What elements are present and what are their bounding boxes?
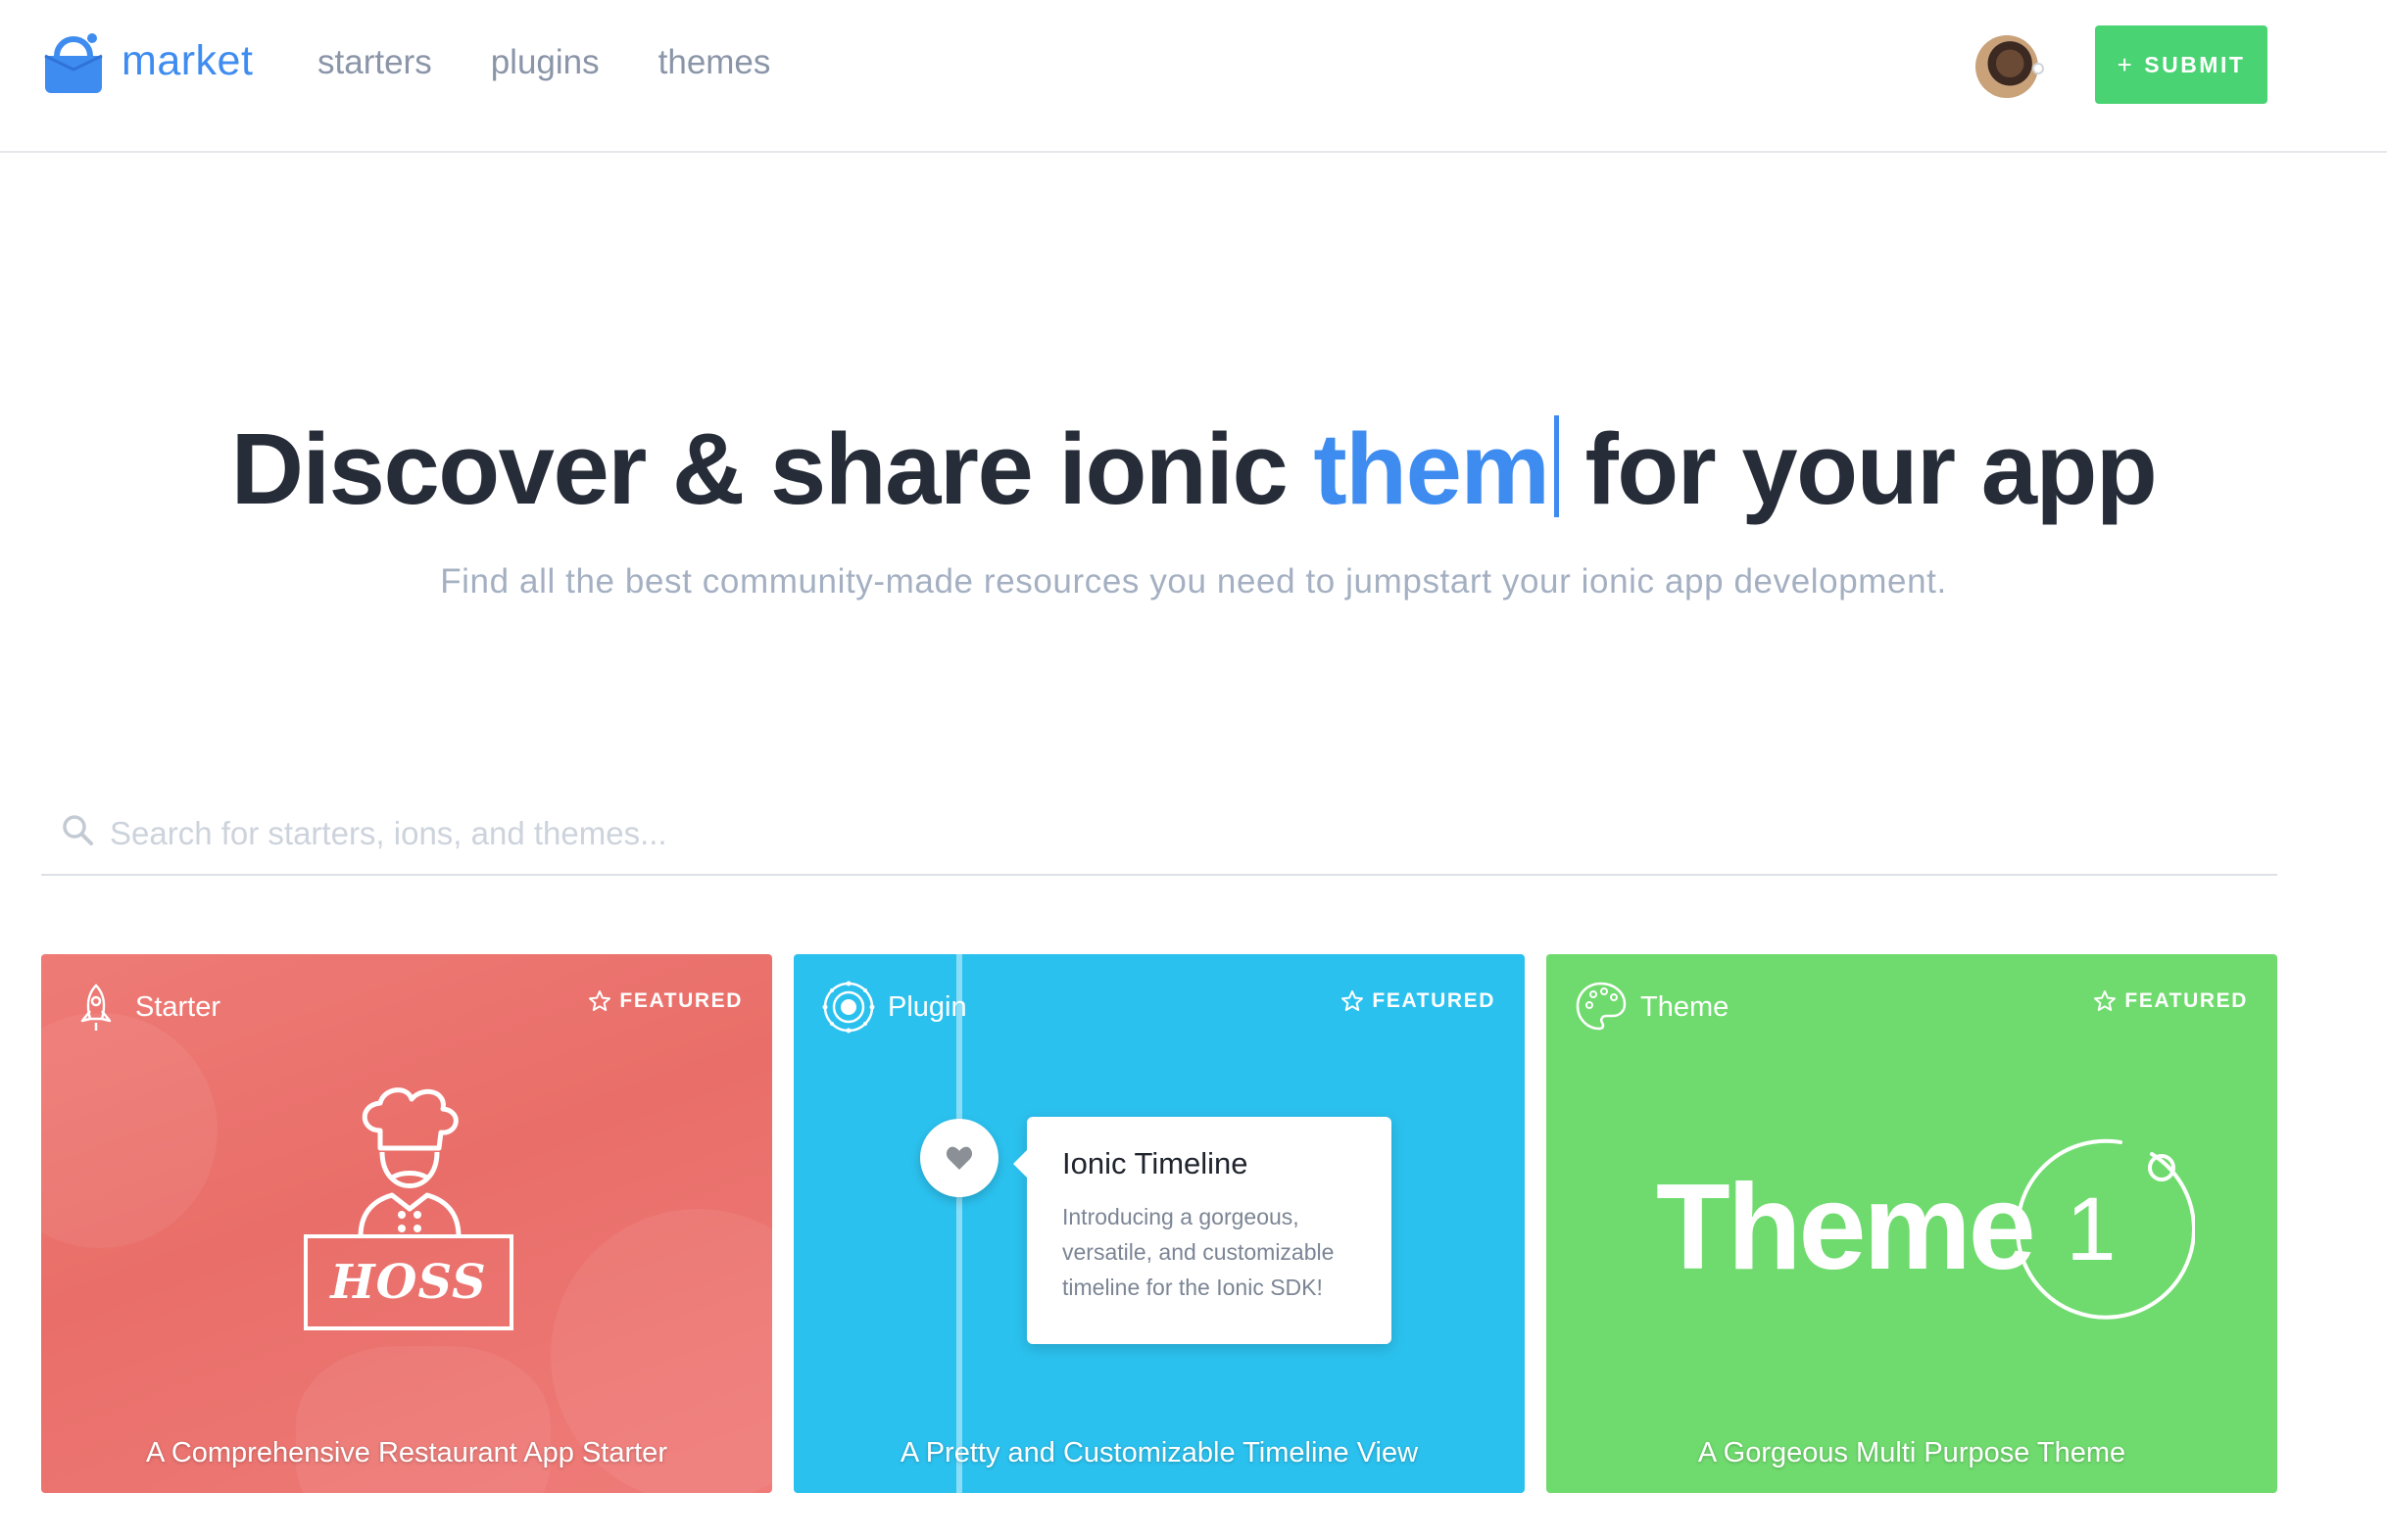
timeline-preview-body: Introducing a gorgeous, versatile, and c… bbox=[1062, 1204, 1335, 1300]
timeline-line bbox=[956, 954, 962, 1493]
timeline-preview-card: Ionic Timeline Introducing a gorgeous, v… bbox=[1013, 1117, 1391, 1344]
search-icon bbox=[63, 815, 93, 845]
palette-icon bbox=[1576, 982, 1627, 1031]
timeline-preview-title: Ionic Timeline bbox=[1062, 1146, 1248, 1180]
star-icon bbox=[2094, 990, 2117, 1011]
market-logo[interactable]: market bbox=[41, 25, 253, 96]
featured-badge: FEATURED bbox=[1340, 989, 1495, 1013]
hoss-logo-text: HOSS bbox=[330, 1255, 487, 1310]
search-bar bbox=[41, 795, 2277, 876]
hero-subtitle: Find all the best community-made resourc… bbox=[440, 562, 1947, 601]
background-blur-shape bbox=[41, 1013, 218, 1248]
card-description: A Gorgeous Multi Purpose Theme bbox=[1697, 1437, 2126, 1468]
star-icon bbox=[1341, 990, 1364, 1011]
timeline-node bbox=[920, 1119, 999, 1197]
hero-title: Discover & share ionic them for your app bbox=[0, 411, 2387, 527]
user-avatar[interactable] bbox=[1975, 35, 2044, 98]
card-description: A Pretty and Customizable Timeline View bbox=[900, 1437, 1419, 1468]
nav-starters[interactable]: starters bbox=[317, 43, 432, 82]
featured-badge: FEATURED bbox=[2093, 989, 2248, 1013]
plugin-target-icon bbox=[822, 981, 875, 1034]
theme-logo-number: 1 bbox=[2066, 1179, 2116, 1279]
featured-label: FEATURED bbox=[1372, 989, 1495, 1012]
card-description: A Comprehensive Restaurant App Starter bbox=[146, 1437, 667, 1468]
hoss-sign: HOSS bbox=[304, 1234, 513, 1330]
main-nav: starters plugins themes bbox=[317, 43, 770, 82]
card-starter[interactable]: Starter FEATURED HOSS A Comprehensive Re… bbox=[41, 954, 772, 1493]
rocket-icon bbox=[80, 984, 112, 1031]
hero-title-static: Discover & share ionic bbox=[230, 412, 1289, 525]
featured-badge: FEATURED bbox=[588, 989, 743, 1013]
featured-label: FEATURED bbox=[2124, 989, 2248, 1012]
submit-button[interactable]: + SUBMIT bbox=[2095, 25, 2267, 104]
typing-caret bbox=[1554, 415, 1560, 517]
card-type-theme: Theme bbox=[1574, 980, 1729, 1035]
hero-title-typed-word: them bbox=[1313, 412, 1550, 525]
card-type-plugin: Plugin bbox=[821, 980, 967, 1035]
hero-title-end: for your app bbox=[1584, 412, 2157, 525]
nav-themes[interactable]: themes bbox=[658, 43, 771, 82]
market-bag-icon bbox=[44, 33, 103, 93]
card-type-label: Plugin bbox=[888, 990, 967, 1023]
theme-one-logo: 1 bbox=[2015, 1138, 2195, 1320]
avatar-status-dot bbox=[2032, 63, 2044, 74]
nav-plugins[interactable]: plugins bbox=[491, 43, 600, 82]
submit-label: SUBMIT bbox=[2144, 51, 2246, 77]
card-type-label: Theme bbox=[1640, 990, 1729, 1023]
heart-icon bbox=[946, 1146, 973, 1170]
plus-icon: + bbox=[2117, 49, 2135, 79]
card-theme[interactable]: Theme FEATURED Theme 1 A Gorgeous Multi … bbox=[1546, 954, 2277, 1493]
card-type-starter: Starter bbox=[69, 980, 220, 1035]
search-input[interactable] bbox=[110, 801, 2216, 866]
theme-logo-word: Theme bbox=[1656, 1160, 2036, 1295]
card-plugin[interactable]: Plugin FEATURED Ionic Timeline Introduci… bbox=[794, 954, 1525, 1493]
star-icon bbox=[589, 990, 611, 1011]
top-header: market starters plugins themes + SUBMIT bbox=[0, 0, 2387, 153]
background-blur-shape bbox=[296, 1346, 551, 1493]
logo-text: market bbox=[122, 36, 254, 84]
featured-label: FEATURED bbox=[619, 989, 743, 1012]
card-type-label: Starter bbox=[135, 990, 221, 1023]
